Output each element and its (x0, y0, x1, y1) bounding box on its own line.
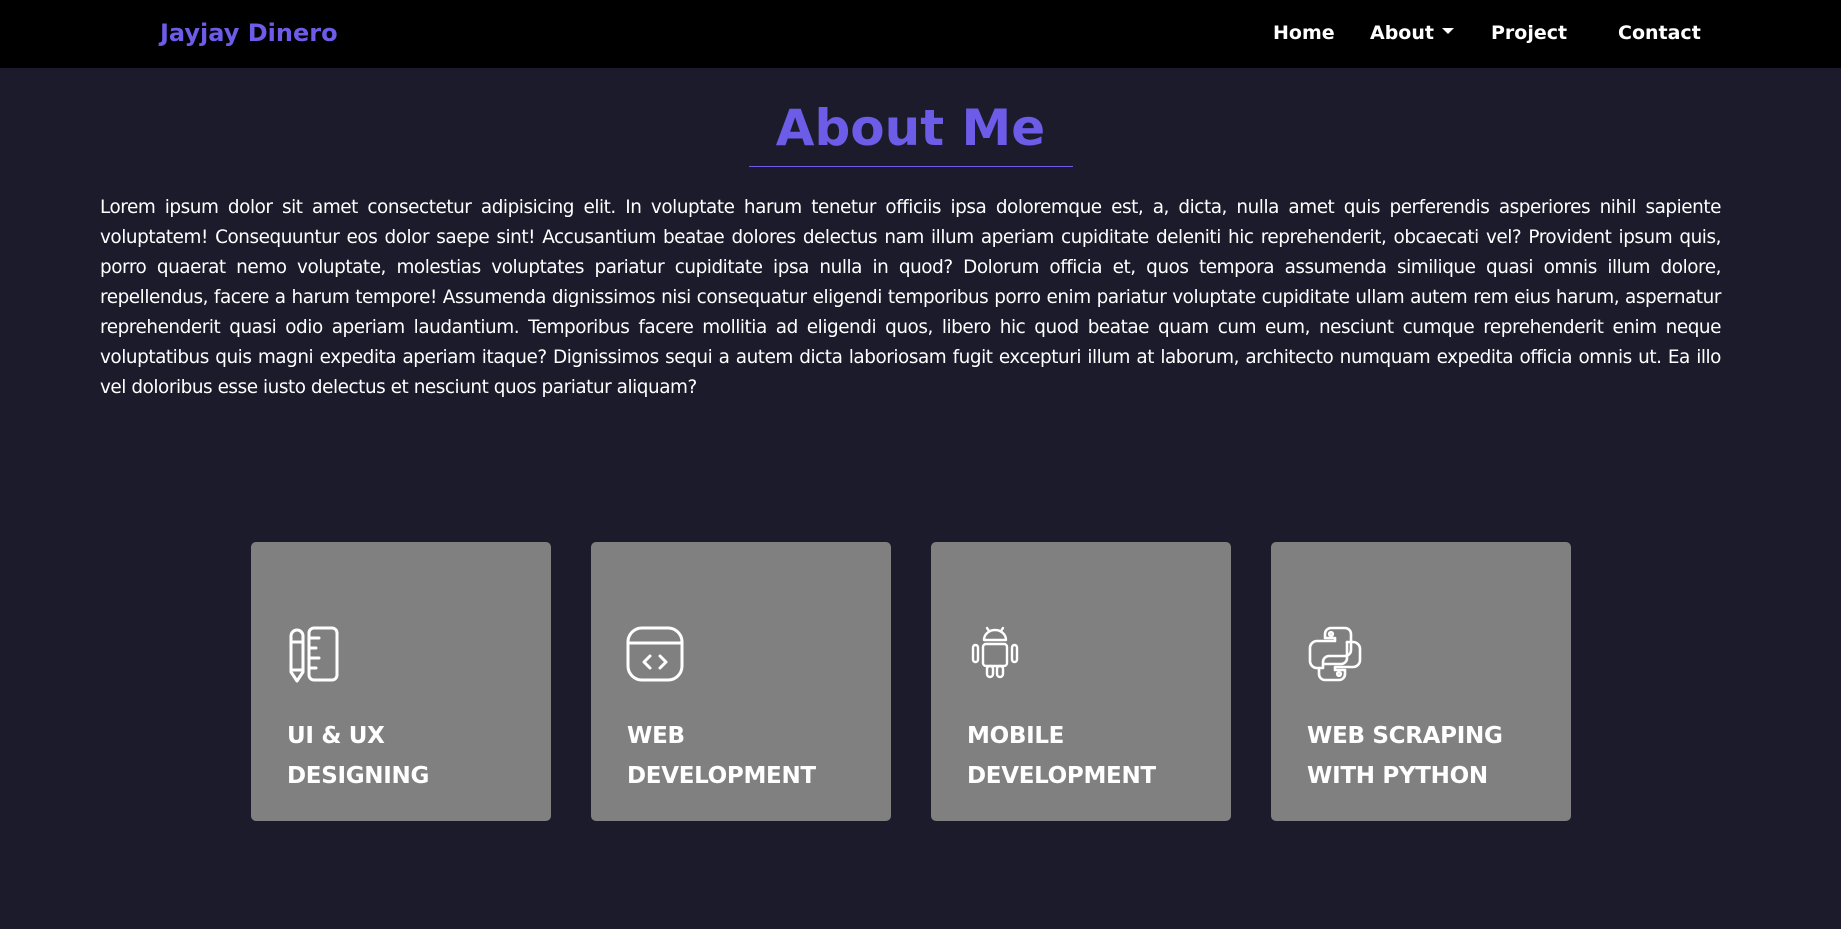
title-underline (749, 166, 1073, 167)
service-card-ui-ux[interactable]: UI & UX DESIGNING (251, 542, 551, 821)
python-logo-icon (1308, 626, 1362, 682)
page-title: About Me (775, 99, 1046, 157)
service-title: WEB SCRAPING WITH PYTHON (1307, 716, 1557, 796)
service-title: UI & UX DESIGNING (287, 716, 537, 796)
service-title-line1: WEB SCRAPING (1307, 723, 1503, 749)
service-card-web-scraping[interactable]: WEB SCRAPING WITH PYTHON (1271, 542, 1571, 821)
brand-logo[interactable]: Jayjay Dinero (160, 19, 338, 47)
service-title: MOBILE DEVELOPMENT (967, 716, 1217, 796)
service-title-line2: DEVELOPMENT (627, 763, 816, 789)
service-title-line1: WEB (627, 723, 685, 749)
service-title-line1: UI & UX (287, 723, 385, 749)
navbar: Jayjay Dinero Home About Project Contact (0, 0, 1841, 68)
about-paragraph: Lorem ipsum dolor sit amet consectetur a… (100, 197, 1721, 398)
service-title: WEB DEVELOPMENT (627, 716, 877, 796)
nav-home-link[interactable]: Home (1273, 22, 1335, 44)
caret-down-icon (1441, 27, 1454, 34)
service-title-line2: DESIGNING (287, 763, 430, 789)
nav-contact-link[interactable]: Contact (1618, 22, 1701, 44)
nav-about-label: About (1370, 22, 1434, 44)
service-title-line1: MOBILE (967, 723, 1065, 749)
service-title-line2: WITH PYTHON (1307, 763, 1488, 789)
service-card-mobile-dev[interactable]: MOBILE DEVELOPMENT (931, 542, 1231, 821)
browser-code-icon (626, 626, 684, 682)
nav-project-link[interactable]: Project (1491, 22, 1567, 44)
service-card-web-dev[interactable]: WEB DEVELOPMENT (591, 542, 891, 821)
nav-about-dropdown[interactable]: About (1370, 22, 1454, 44)
service-title-line2: DEVELOPMENT (967, 763, 1156, 789)
android-robot-icon (971, 626, 1019, 679)
pencil-ruler-icon (289, 626, 339, 683)
